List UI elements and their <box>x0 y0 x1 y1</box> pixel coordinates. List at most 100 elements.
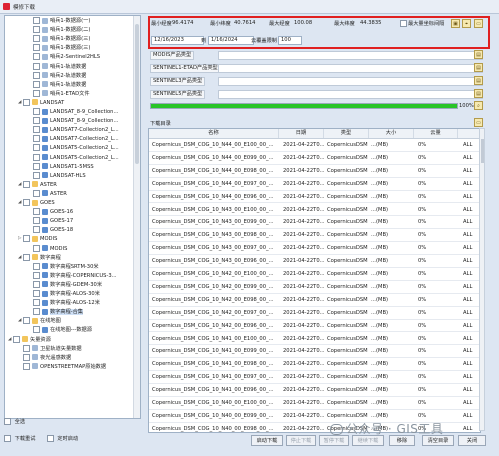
close-button[interactable]: 关闭 <box>458 435 486 446</box>
clear-list-button[interactable]: 清空目录 <box>422 435 454 446</box>
tree-item-checkbox[interactable] <box>33 80 40 88</box>
tree-item-checkbox[interactable] <box>23 344 30 352</box>
tree-item-checkbox[interactable] <box>33 108 40 115</box>
column-header[interactable]: 名称 <box>149 129 279 138</box>
tree-item-checkbox[interactable] <box>13 335 20 343</box>
search-icon[interactable]: ⌕ <box>474 101 483 110</box>
product-type-field[interactable] <box>218 77 483 86</box>
tree-item-checkbox[interactable] <box>33 44 40 52</box>
tree-item[interactable]: ◢ 矢量资源 <box>8 335 51 344</box>
tree-item[interactable]: ◢ LANDSAT <box>18 98 64 107</box>
tree-item-checkbox[interactable] <box>33 308 40 316</box>
tree-item[interactable]: LANDSAT-HLS <box>28 171 86 180</box>
start-date-picker[interactable]: 12/16/2023 <box>151 36 204 45</box>
start-download-button[interactable]: 启动下载 <box>251 435 283 446</box>
table-row[interactable]: Copernicus_DSM_COG_10_N41_00_E099_00_...… <box>149 345 480 359</box>
column-header[interactable]: 云量 <box>414 129 458 138</box>
product-select-icon[interactable]: ▤ <box>474 50 483 59</box>
tree-scroll-thumb[interactable] <box>135 24 139 164</box>
tree-item-checkbox[interactable] <box>33 280 40 288</box>
tree-item-checkbox[interactable] <box>23 199 30 206</box>
tree-item[interactable]: LANDSAT5-Collection2_L... <box>28 144 119 152</box>
tree-item-checkbox[interactable] <box>23 235 30 243</box>
tree-item-checkbox[interactable] <box>23 180 30 188</box>
tree-item-checkbox[interactable] <box>33 153 40 161</box>
tree-item-checkbox[interactable] <box>33 144 40 152</box>
tree-item-checkbox[interactable] <box>33 226 40 234</box>
tree-item-checkbox[interactable] <box>23 317 30 325</box>
table-row[interactable]: Copernicus_DSM_COG_10_N41_00_E097_00_...… <box>149 371 480 385</box>
product-select-icon[interactable]: ▤ <box>474 89 483 98</box>
table-row[interactable]: Copernicus_DSM_COG_10_N41_00_E100_00_...… <box>149 333 480 346</box>
table-row[interactable]: Copernicus_DSM_COG_10_N44_00_E096_00_...… <box>149 191 480 204</box>
tree-item-checkbox[interactable] <box>33 62 40 70</box>
tree-scrollbar[interactable] <box>133 16 140 418</box>
tree-item[interactable]: ◢ GOES <box>18 199 55 207</box>
table-row[interactable]: Copernicus_DSM_COG_10_N41_00_E096_00_...… <box>149 384 480 397</box>
product-select-icon[interactable]: ▤ <box>474 63 483 72</box>
tree-item-checkbox[interactable] <box>33 17 40 24</box>
tree-item-checkbox[interactable] <box>33 189 40 197</box>
tree-item[interactable]: 哨兵1-数据源(一) <box>28 17 90 25</box>
remove-button[interactable]: 移除 <box>389 435 415 446</box>
tree-item[interactable]: ▷ MODIS <box>18 235 57 243</box>
draw-extent-icon[interactable]: ▣ <box>451 19 460 28</box>
tree-item[interactable]: 哨兵1-数据源(二) <box>28 26 90 34</box>
tree-item-checkbox[interactable] <box>33 290 40 297</box>
tree-item-checkbox[interactable] <box>33 126 40 134</box>
tree-item-checkbox[interactable] <box>33 208 40 216</box>
column-header[interactable]: 日期 <box>279 129 324 138</box>
table-row[interactable]: Copernicus_DSM_COG_10_N44_00_E097_00_...… <box>149 178 480 191</box>
resume-checkbox[interactable] <box>4 435 11 442</box>
product-type-field[interactable] <box>218 51 483 60</box>
tree-item[interactable]: GOES-16 <box>28 208 73 216</box>
folder-open-icon[interactable]: ▭ <box>474 19 483 28</box>
tree-item[interactable]: ASTER <box>28 189 67 198</box>
export-list-icon[interactable]: ▭ <box>474 118 483 127</box>
tree-item[interactable]: 数字高程-合集 <box>28 308 83 316</box>
table-row[interactable]: Copernicus_DSM_COG_10_N43_00_E098_00_...… <box>149 229 480 243</box>
tree-item-checkbox[interactable] <box>33 162 40 170</box>
tree-item[interactable]: 数字高程-ALOS-30米 <box>28 290 100 298</box>
tree-item[interactable]: 在线地图---数据源 <box>28 326 92 334</box>
tree-item-checkbox[interactable] <box>33 26 40 34</box>
tree-item[interactable]: LANDSAT5-Collection2_L... <box>28 153 119 162</box>
product-type-field[interactable] <box>218 64 483 73</box>
table-scrollbar[interactable] <box>479 128 485 431</box>
table-row[interactable]: Copernicus_DSM_COG_10_N40_00_E100_00_...… <box>149 397 480 410</box>
select-all-checkbox[interactable] <box>4 418 11 425</box>
tree-item[interactable]: 哨兵1-数据源(三) <box>28 35 90 43</box>
tree-item-checkbox[interactable] <box>33 53 40 61</box>
tree-item-checkbox[interactable] <box>33 244 40 252</box>
column-header[interactable]: 大小 <box>369 129 414 138</box>
table-row[interactable]: Copernicus_DSM_COG_10_N44_00_E100_00_...… <box>149 139 480 152</box>
table-row[interactable]: Copernicus_DSM_COG_10_N42_00_E098_00_...… <box>149 294 480 307</box>
tree-item[interactable]: GOES-18 <box>28 226 73 234</box>
auto-start-checkbox[interactable] <box>46 435 54 442</box>
max-lat-value[interactable]: 44.3835 <box>360 20 381 26</box>
tree-item-checkbox[interactable] <box>33 326 40 334</box>
tree-item[interactable]: LANDSAT_8-9_Collection... <box>28 117 118 125</box>
dataset-tree[interactable]: 哨兵1-数据源(一) 哨兵1-数据源(二) 哨兵1-数据源(三) 哨兵1-数据源(三)… <box>4 15 141 419</box>
tree-item[interactable]: ◢ 在线地图 <box>18 317 61 325</box>
product-type-field[interactable] <box>218 90 483 99</box>
cloud-limit-input[interactable]: 100 <box>278 36 302 45</box>
tree-item[interactable]: LANDSAT7-Collection2_L... <box>28 135 119 143</box>
tree-item[interactable]: 数字高程-ALOS-12米 <box>28 299 100 307</box>
resume-download-button[interactable]: 继续下载 <box>352 435 384 446</box>
end-date-picker[interactable]: 1/16/2024 <box>208 36 254 45</box>
tree-item[interactable]: ◢ ASTER <box>18 180 57 189</box>
column-header[interactable] <box>458 129 480 138</box>
table-row[interactable]: Copernicus_DSM_COG_10_N42_00_E099_00_...… <box>149 281 480 294</box>
table-row[interactable]: Copernicus_DSM_COG_10_N43_00_E096_00_...… <box>149 255 480 268</box>
tree-item[interactable]: 哨兵1-轨道数据 <box>28 62 86 71</box>
tree-item[interactable]: ◢ 数字高程 <box>18 253 61 262</box>
tree-item[interactable]: 哨兵1-数据源(三) <box>28 44 90 52</box>
tree-item[interactable]: 哨兵2-Sentinel2HLS <box>28 53 100 61</box>
select-all-row[interactable]: 全选 <box>4 418 139 428</box>
min-lon-value[interactable]: 96.4174 <box>172 20 193 26</box>
tree-item[interactable]: LANDSAT_8-9_Collection... <box>28 108 118 116</box>
column-header[interactable]: 类型 <box>324 129 369 138</box>
tree-item[interactable]: 数字高程-COPERNICUS-3... <box>28 271 117 280</box>
tree-item[interactable]: 卫星轨道矢量数据 <box>18 344 82 353</box>
